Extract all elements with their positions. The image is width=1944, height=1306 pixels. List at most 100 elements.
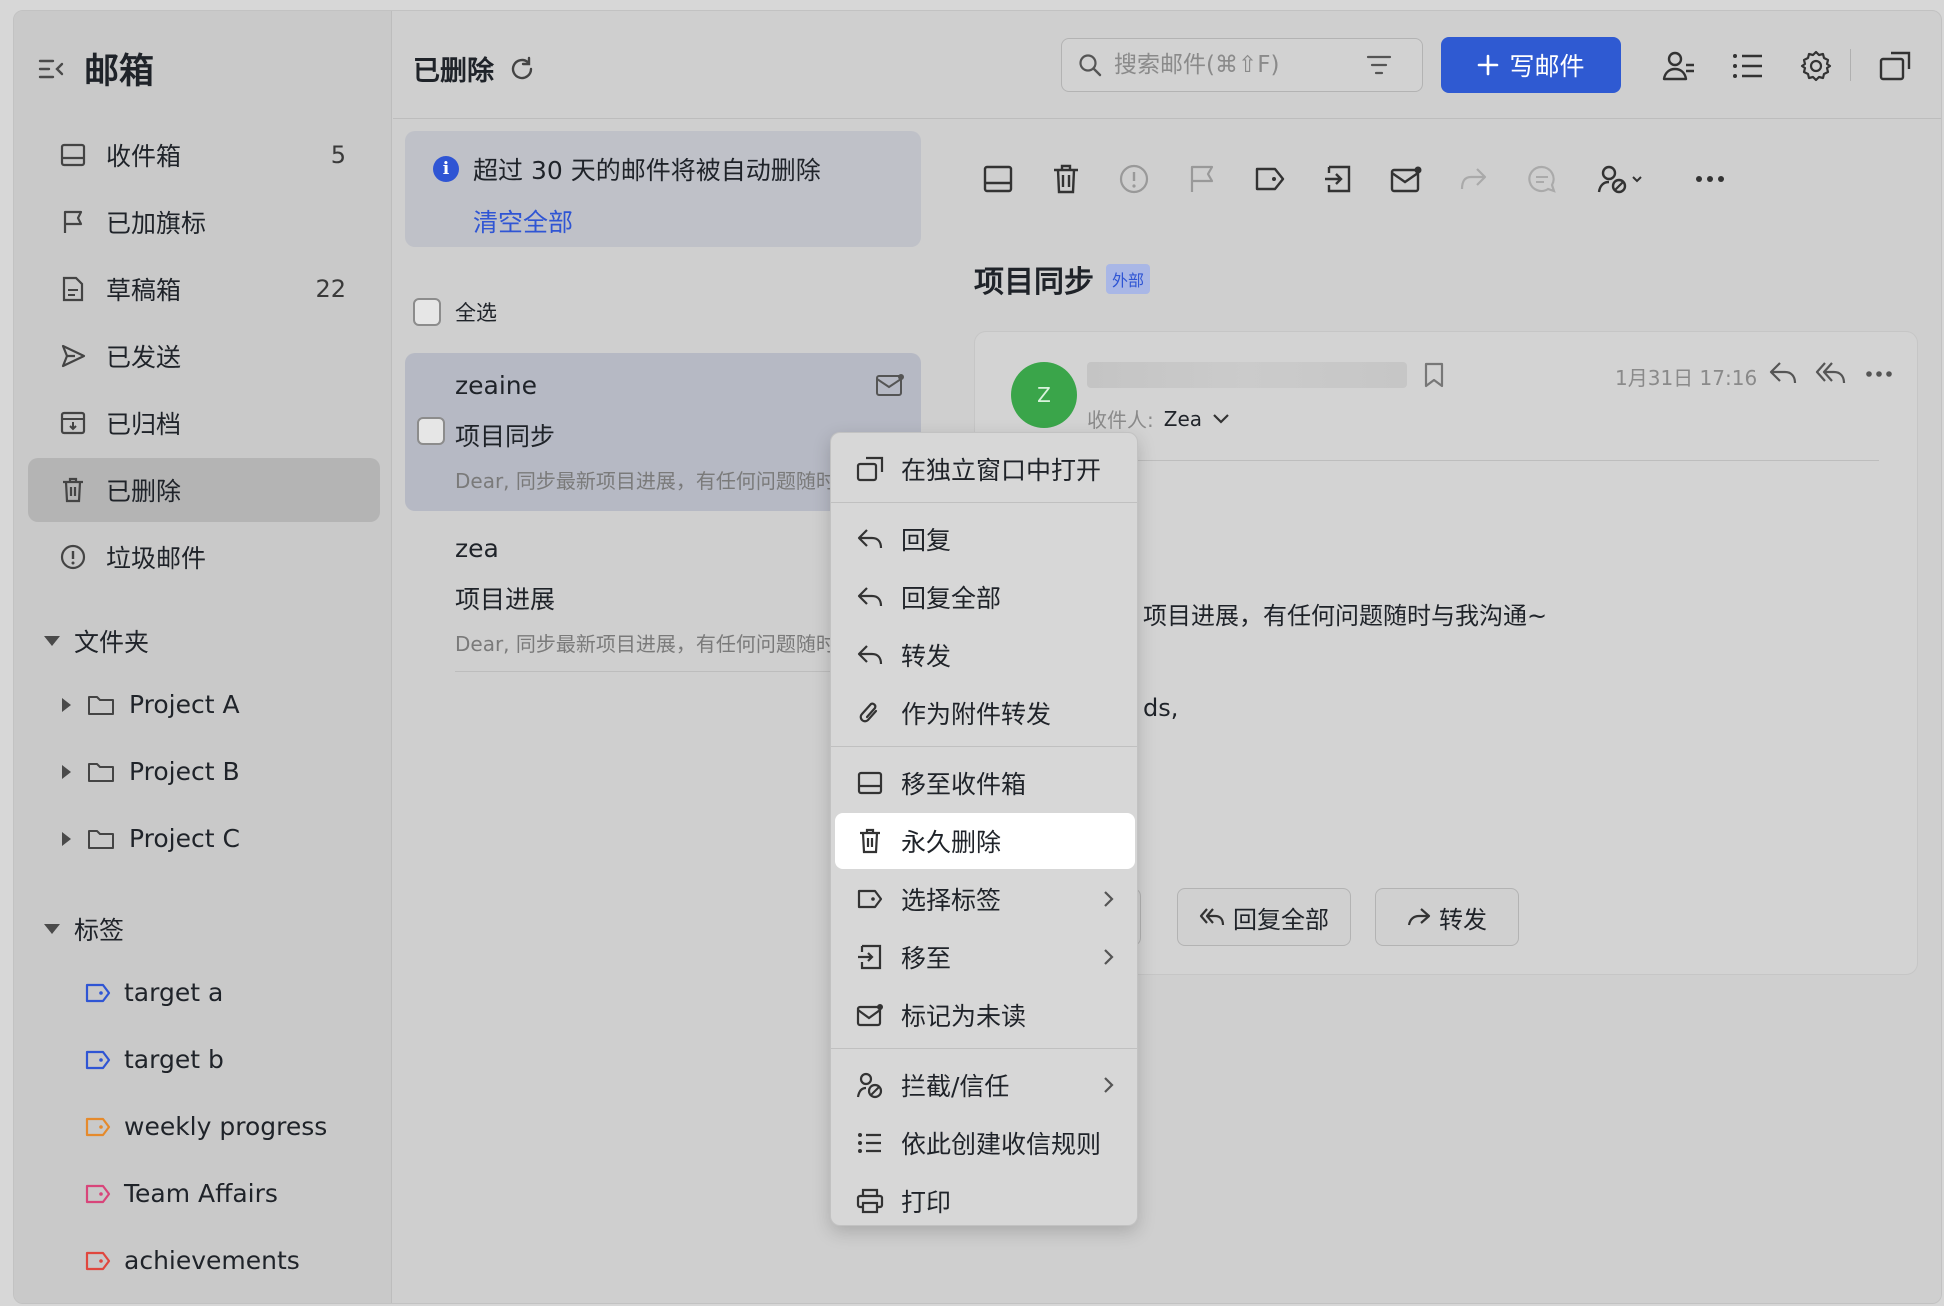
empty-all-link[interactable]: 清空全部 — [473, 203, 573, 239]
envelope-unread-icon[interactable] — [875, 373, 905, 397]
tag-label: achievements — [124, 1246, 300, 1275]
tags-section-header[interactable]: 标签 — [32, 911, 124, 947]
tag-item[interactable]: target b — [84, 1045, 224, 1074]
mark-unread-icon[interactable] — [1386, 159, 1426, 199]
expand-triangle-icon[interactable] — [62, 764, 71, 779]
chevron-right-icon — [1103, 1076, 1115, 1094]
more-icon[interactable] — [1865, 370, 1893, 378]
block-trust-icon — [855, 1070, 885, 1100]
draft-count: 22 — [315, 275, 346, 303]
list-view-icon[interactable] — [1729, 47, 1767, 85]
folders-label: 文件夹 — [74, 628, 150, 657]
menu-item-move-to[interactable]: 移至 — [835, 929, 1135, 985]
draft-icon — [58, 274, 88, 304]
open-window-icon — [855, 454, 885, 484]
forward-button[interactable]: 转发 — [1375, 888, 1519, 946]
menu-item-move-inbox[interactable]: 移至收件箱 — [835, 755, 1135, 811]
sender-name-redacted — [1087, 362, 1407, 388]
select-all-checkbox[interactable] — [413, 298, 441, 326]
notice-text: 超过 30 天的邮件将被自动删除 — [473, 156, 821, 185]
search-input[interactable] — [1114, 52, 1354, 78]
menu-item-label: 移至 — [901, 944, 952, 973]
tag-item[interactable]: achievements — [84, 1246, 300, 1275]
sidebar-item-label: 草稿箱 — [106, 276, 182, 305]
compose-button[interactable]: 写邮件 — [1441, 37, 1621, 93]
open-window-icon[interactable] — [1876, 47, 1914, 85]
sidebar-item-label: 已归档 — [106, 410, 182, 439]
folders-section-header[interactable]: 文件夹 — [32, 623, 149, 659]
trash-icon — [855, 826, 885, 856]
menu-item-block-trust[interactable]: 拦截/信任 — [835, 1057, 1135, 1113]
flag-icon[interactable] — [1182, 159, 1222, 199]
move-icon[interactable] — [1318, 159, 1358, 199]
tag-item[interactable]: weekly progress — [84, 1112, 327, 1141]
delete-icon[interactable] — [1046, 159, 1086, 199]
mail-sender: zea — [455, 534, 499, 563]
mail-checkbox[interactable] — [417, 417, 445, 445]
folder-icon — [87, 828, 115, 850]
menu-separator — [831, 746, 1137, 747]
folder-item[interactable]: Project B — [62, 757, 240, 786]
contacts-icon[interactable] — [1660, 47, 1698, 85]
bookmark-icon[interactable] — [1423, 362, 1445, 388]
select-all[interactable]: 全选 — [413, 297, 497, 327]
spam-report-icon[interactable] — [1114, 159, 1154, 199]
trash-icon — [58, 475, 88, 505]
menu-item-label: 标记为未读 — [901, 1002, 1027, 1031]
mail-subject-title: 项目同步 — [974, 265, 1094, 300]
sidebar-item-flagged[interactable]: 已加旗标 — [28, 190, 380, 254]
menu-item-select-tag[interactable]: 选择标签 — [835, 871, 1135, 927]
menu-item-permanent-delete[interactable]: 永久删除 — [835, 813, 1135, 869]
sidebar-item-sent[interactable]: 已发送 — [28, 324, 380, 388]
plus-icon — [1477, 54, 1499, 76]
tag-icon — [84, 1049, 112, 1071]
sidebar-item-archived[interactable]: 已归档 — [28, 391, 380, 455]
menu-item-forward-attachment[interactable]: 作为附件转发 — [835, 685, 1135, 741]
sidebar-item-inbox[interactable]: 收件箱 5 — [28, 123, 380, 187]
menu-item-print[interactable]: 打印 — [835, 1173, 1135, 1229]
menu-item-open-window[interactable]: 在独立窗口中打开 — [835, 441, 1135, 497]
menu-item-label: 依此创建收信规则 — [901, 1130, 1102, 1159]
avatar[interactable]: Z — [1011, 362, 1077, 428]
folder-item[interactable]: Project C — [62, 824, 240, 853]
forward-icon[interactable] — [1454, 159, 1494, 199]
tag-item[interactable]: Team Affairs — [84, 1179, 278, 1208]
mail-body-line: ds, — [1143, 694, 1179, 722]
folder-item[interactable]: Project A — [62, 690, 240, 719]
rule-icon — [855, 1128, 885, 1158]
tag-icon — [84, 1116, 112, 1138]
collapse-triangle-icon — [44, 924, 60, 934]
filter-icon[interactable] — [1366, 54, 1392, 76]
expand-triangle-icon[interactable] — [62, 697, 71, 712]
chevron-down-icon[interactable] — [1212, 413, 1230, 425]
mail-preview: Dear, 同步最新项目进展，有任何问题随时与我沟通~ — [455, 469, 845, 493]
reply-all-icon[interactable] — [1815, 360, 1847, 386]
menu-item-mark-unread[interactable]: 标记为未读 — [835, 987, 1135, 1043]
more-icon[interactable] — [1690, 159, 1730, 199]
tag-icon[interactable] — [1250, 159, 1290, 199]
reply-icon — [855, 524, 885, 554]
menu-item-create-rule[interactable]: 依此创建收信规则 — [835, 1115, 1135, 1171]
recipient-row[interactable]: 收件人: Zea — [1087, 404, 1230, 433]
menu-separator — [831, 502, 1137, 503]
move-icon — [855, 942, 885, 972]
collapse-sidebar-icon[interactable] — [38, 57, 66, 81]
tag-item[interactable]: target a — [84, 978, 223, 1007]
sidebar-item-drafts[interactable]: 草稿箱 22 — [28, 257, 380, 321]
menu-item-reply[interactable]: 回复 — [835, 511, 1135, 567]
refresh-icon[interactable] — [508, 55, 536, 83]
mail-subject: 项目同步 — [455, 422, 556, 451]
tag-icon — [855, 884, 885, 914]
move-to-inbox-icon[interactable] — [978, 159, 1018, 199]
sidebar-item-deleted[interactable]: 已删除 — [28, 458, 380, 522]
comment-icon[interactable] — [1522, 159, 1562, 199]
search-box[interactable] — [1061, 38, 1423, 92]
menu-item-forward[interactable]: 转发 — [835, 627, 1135, 683]
expand-triangle-icon[interactable] — [62, 831, 71, 846]
settings-gear-icon[interactable] — [1797, 47, 1835, 85]
reply-all-button[interactable]: 回复全部 — [1177, 888, 1351, 946]
sidebar-item-spam[interactable]: 垃圾邮件 — [28, 525, 380, 589]
reply-icon[interactable] — [1768, 360, 1798, 386]
menu-item-reply-all[interactable]: 回复全部 — [835, 569, 1135, 625]
block-trust-dropdown-icon[interactable] — [1594, 159, 1650, 199]
